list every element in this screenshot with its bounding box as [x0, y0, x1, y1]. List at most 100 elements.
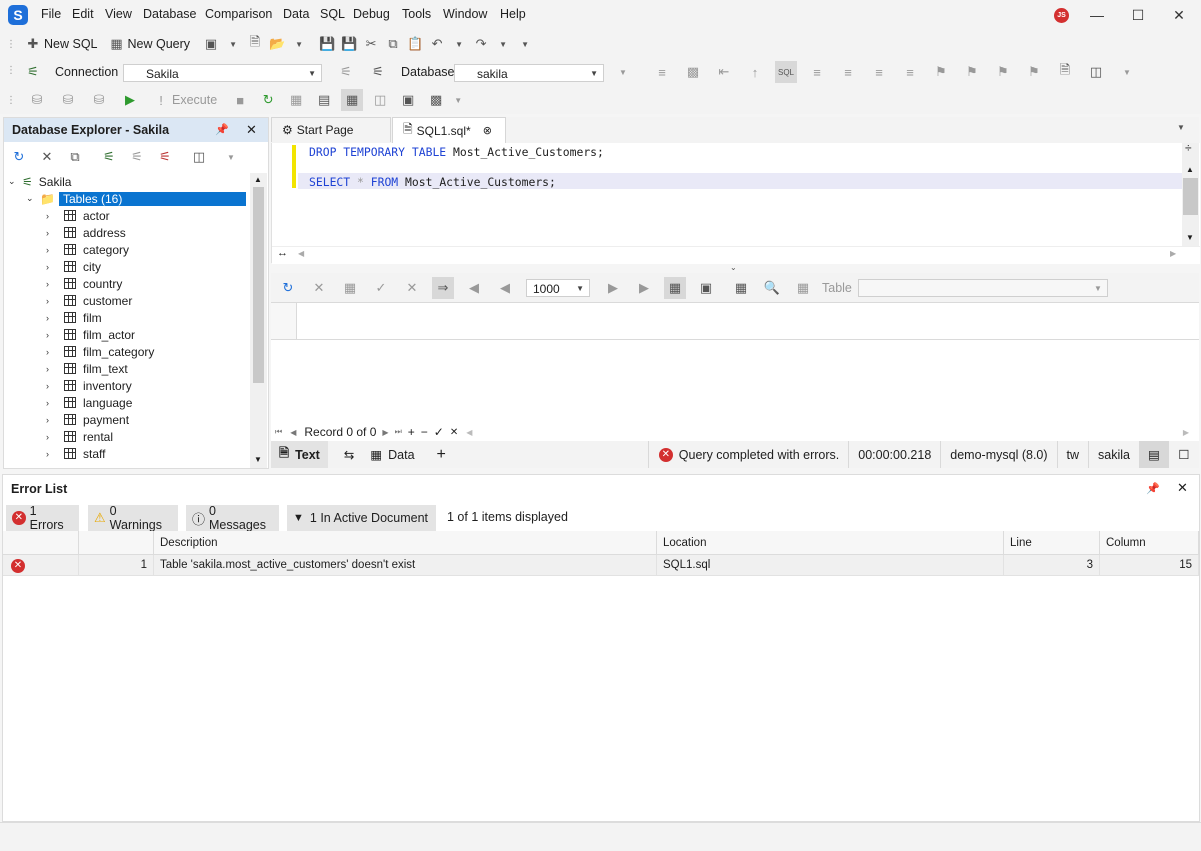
- warnings-filter-button[interactable]: ⚠ 0 Warnings: [88, 504, 178, 532]
- undo-icon[interactable]: ↶: [426, 33, 448, 55]
- copy-icon[interactable]: ⧉: [382, 33, 404, 55]
- pin-window-icon[interactable]: ▩: [425, 89, 447, 111]
- code-line-1[interactable]: DROP TEMPORARY TABLE Most_Active_Custome…: [309, 145, 604, 159]
- text-view-tab[interactable]: 🗎 Text: [271, 441, 328, 468]
- chevron-right-icon[interactable]: ›: [46, 228, 64, 238]
- menu-help[interactable]: Help: [500, 7, 526, 21]
- dropdown-arrow-icon[interactable]: ▼: [447, 89, 469, 111]
- plug-icon[interactable]: ⚟: [22, 61, 44, 83]
- new-file-icon[interactable]: 🗎: [244, 33, 266, 55]
- add-record-icon[interactable]: +: [408, 425, 415, 439]
- tree-node-table[interactable]: › actor: [46, 207, 250, 224]
- tree-node-table[interactable]: › category: [46, 241, 250, 258]
- chevron-right-icon[interactable]: ›: [46, 279, 64, 289]
- menu-file[interactable]: File: [41, 7, 61, 21]
- cancel-icon[interactable]: ✕: [308, 277, 330, 299]
- dropdown-arrow-icon[interactable]: ▼: [220, 146, 242, 168]
- apply-record-icon[interactable]: ✓: [434, 425, 444, 439]
- tree-node-table[interactable]: › inventory: [46, 377, 250, 394]
- dropdown-arrow-icon[interactable]: ▼: [448, 33, 470, 55]
- list-icon[interactable]: ≡: [868, 61, 890, 83]
- chevron-right-icon[interactable]: ›: [46, 398, 64, 408]
- toolbar-grip[interactable]: ⋮: [6, 65, 16, 76]
- close-panel-icon[interactable]: ✕: [1177, 480, 1188, 496]
- toolbar-grip[interactable]: ⋮: [6, 39, 16, 50]
- tab-sql1[interactable]: 🗎 SQL1.sql* ⊗: [392, 117, 506, 143]
- close-window-icon[interactable]: ✕: [1164, 4, 1194, 26]
- discard-icon[interactable]: ✕: [401, 277, 423, 299]
- tree-node-tables[interactable]: ⌄ 📁 Tables (16): [26, 190, 246, 207]
- new-sql-icon[interactable]: ✚: [22, 33, 44, 55]
- tree-node-table[interactable]: › language: [46, 394, 250, 411]
- redo-icon[interactable]: ↷: [470, 33, 492, 55]
- dropdown-arrow-icon[interactable]: ▼: [288, 33, 310, 55]
- indent-icon[interactable]: ⇤: [713, 61, 735, 83]
- pagination-icon[interactable]: ⇒: [432, 276, 454, 299]
- scroll-right-icon[interactable]: ▶: [1170, 249, 1176, 258]
- tree-node-table[interactable]: › payment: [46, 411, 250, 428]
- pin-icon[interactable]: 📌: [215, 123, 229, 136]
- grid-view-icon[interactable]: ▦: [341, 89, 364, 111]
- database-add-icon[interactable]: ⛁: [57, 89, 79, 111]
- chevron-right-icon[interactable]: ›: [46, 313, 64, 323]
- format-block-icon[interactable]: ▩: [682, 61, 704, 83]
- tree-node-sakila[interactable]: ⌄ ⚟ Sakila: [8, 173, 250, 190]
- scroll-up-icon[interactable]: ▲: [254, 175, 262, 184]
- paste-icon[interactable]: 📋: [404, 33, 426, 55]
- column-header-description[interactable]: Description: [154, 531, 657, 555]
- database-select[interactable]: sakila ▼: [454, 64, 604, 82]
- last-page-icon[interactable]: ▶: [633, 277, 655, 299]
- chevron-right-icon[interactable]: ›: [46, 245, 64, 255]
- case-icon[interactable]: ↑: [744, 61, 766, 83]
- database-plug-icon[interactable]: ⚟: [367, 61, 389, 83]
- bookmark-icon[interactable]: ⚑: [930, 61, 952, 83]
- database-remove-icon[interactable]: ⛁: [88, 89, 110, 111]
- document-outline-icon[interactable]: ▤: [313, 89, 335, 111]
- chevron-down-icon[interactable]: ⌄: [8, 176, 18, 187]
- stop-icon[interactable]: ■: [229, 89, 251, 111]
- next-record-icon[interactable]: ▶: [382, 428, 388, 437]
- splitter-chevron-icon[interactable]: ⌄: [730, 263, 737, 272]
- dropdown-arrow-icon[interactable]: ▼: [222, 33, 244, 55]
- delete-icon[interactable]: ✕: [36, 146, 58, 168]
- minimize-icon[interactable]: —: [1082, 4, 1112, 26]
- save-all-icon[interactable]: 💾: [338, 33, 360, 55]
- page-size-select[interactable]: 1000 ▼: [526, 278, 590, 297]
- image-icon[interactable]: ▣: [397, 89, 419, 111]
- open-file-icon[interactable]: 📂: [266, 33, 288, 55]
- tree-node-table[interactable]: › country: [46, 275, 250, 292]
- filter-icon[interactable]: ◫: [188, 146, 210, 168]
- split-horizontal-icon[interactable]: ↔: [277, 247, 288, 259]
- add-view-icon[interactable]: +: [437, 446, 446, 464]
- cut-icon[interactable]: ✂: [360, 33, 382, 55]
- execute-step-icon[interactable]: !: [150, 89, 172, 111]
- chevron-right-icon[interactable]: ›: [46, 415, 64, 425]
- query-builder-icon[interactable]: ◫: [369, 89, 391, 111]
- pin-icon[interactable]: 📌: [1146, 482, 1160, 495]
- disconnect-icon[interactable]: ⚟: [335, 61, 357, 83]
- column-header-column[interactable]: Column: [1100, 531, 1199, 555]
- tree-node-table[interactable]: › city: [46, 258, 250, 275]
- sql-editor[interactable]: DROP TEMPORARY TABLE Most_Active_Custome…: [271, 141, 1200, 264]
- prev-bookmark-icon[interactable]: ⚑: [961, 61, 983, 83]
- first-page-icon[interactable]: ◀: [463, 277, 485, 299]
- maximize-icon[interactable]: ☐: [1123, 4, 1153, 26]
- results-grid[interactable]: [271, 302, 1199, 423]
- close-tab-icon[interactable]: ⊗: [483, 124, 492, 137]
- explorer-scrollbar[interactable]: ▲ ▼: [250, 173, 267, 468]
- tree-node-table[interactable]: › staff: [46, 445, 250, 462]
- scroll-right-icon[interactable]: ▶: [1183, 428, 1189, 437]
- new-sql-button[interactable]: New SQL: [44, 37, 98, 51]
- table-select[interactable]: ▼: [857, 278, 1108, 297]
- chevron-right-icon[interactable]: ›: [46, 449, 64, 459]
- tab-list-icon[interactable]: ▼: [1177, 123, 1185, 132]
- active-document-filter-button[interactable]: ▼ 1 In Active Document: [287, 505, 436, 531]
- tree-node-table[interactable]: › film: [46, 309, 250, 326]
- tree-node-table[interactable]: › film_category: [46, 343, 250, 360]
- refresh-icon[interactable]: ↻: [8, 146, 30, 168]
- refresh-icon[interactable]: ↻: [277, 277, 299, 299]
- tree-node-table[interactable]: › customer: [46, 292, 250, 309]
- data-view-tab[interactable]: ▦ Data: [370, 447, 414, 463]
- chevron-right-icon[interactable]: ›: [46, 330, 64, 340]
- menu-database[interactable]: Database: [143, 7, 197, 21]
